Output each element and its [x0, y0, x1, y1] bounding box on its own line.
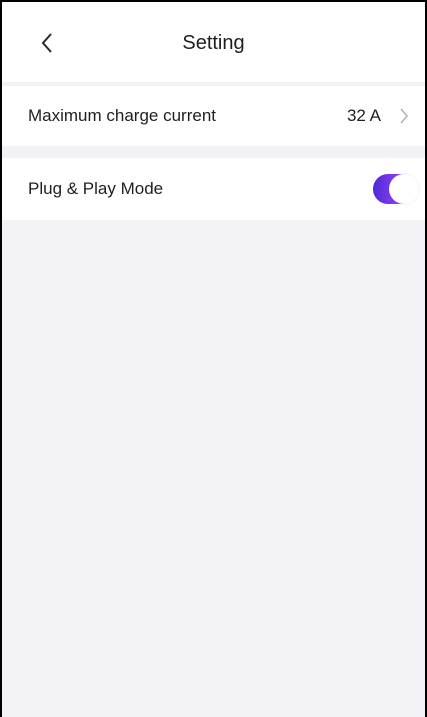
- top-bar: Setting: [2, 2, 425, 82]
- plug-and-play-label: Plug & Play Mode: [28, 179, 164, 198]
- app-screen: Setting Maximum charge current 32 A Plug…: [0, 0, 427, 717]
- max-charge-current-value: 32 A: [346, 106, 381, 125]
- plug-and-play-toggle[interactable]: [373, 174, 419, 204]
- max-charge-current-row[interactable]: Maximum charge current 32 A: [2, 86, 425, 146]
- chevron-right-icon: [400, 108, 409, 124]
- max-charge-current-label: Maximum charge current: [28, 106, 217, 125]
- plug-and-play-row: Plug & Play Mode: [2, 158, 425, 220]
- toggle-knob: [389, 174, 419, 204]
- page-title: Setting: [182, 32, 245, 54]
